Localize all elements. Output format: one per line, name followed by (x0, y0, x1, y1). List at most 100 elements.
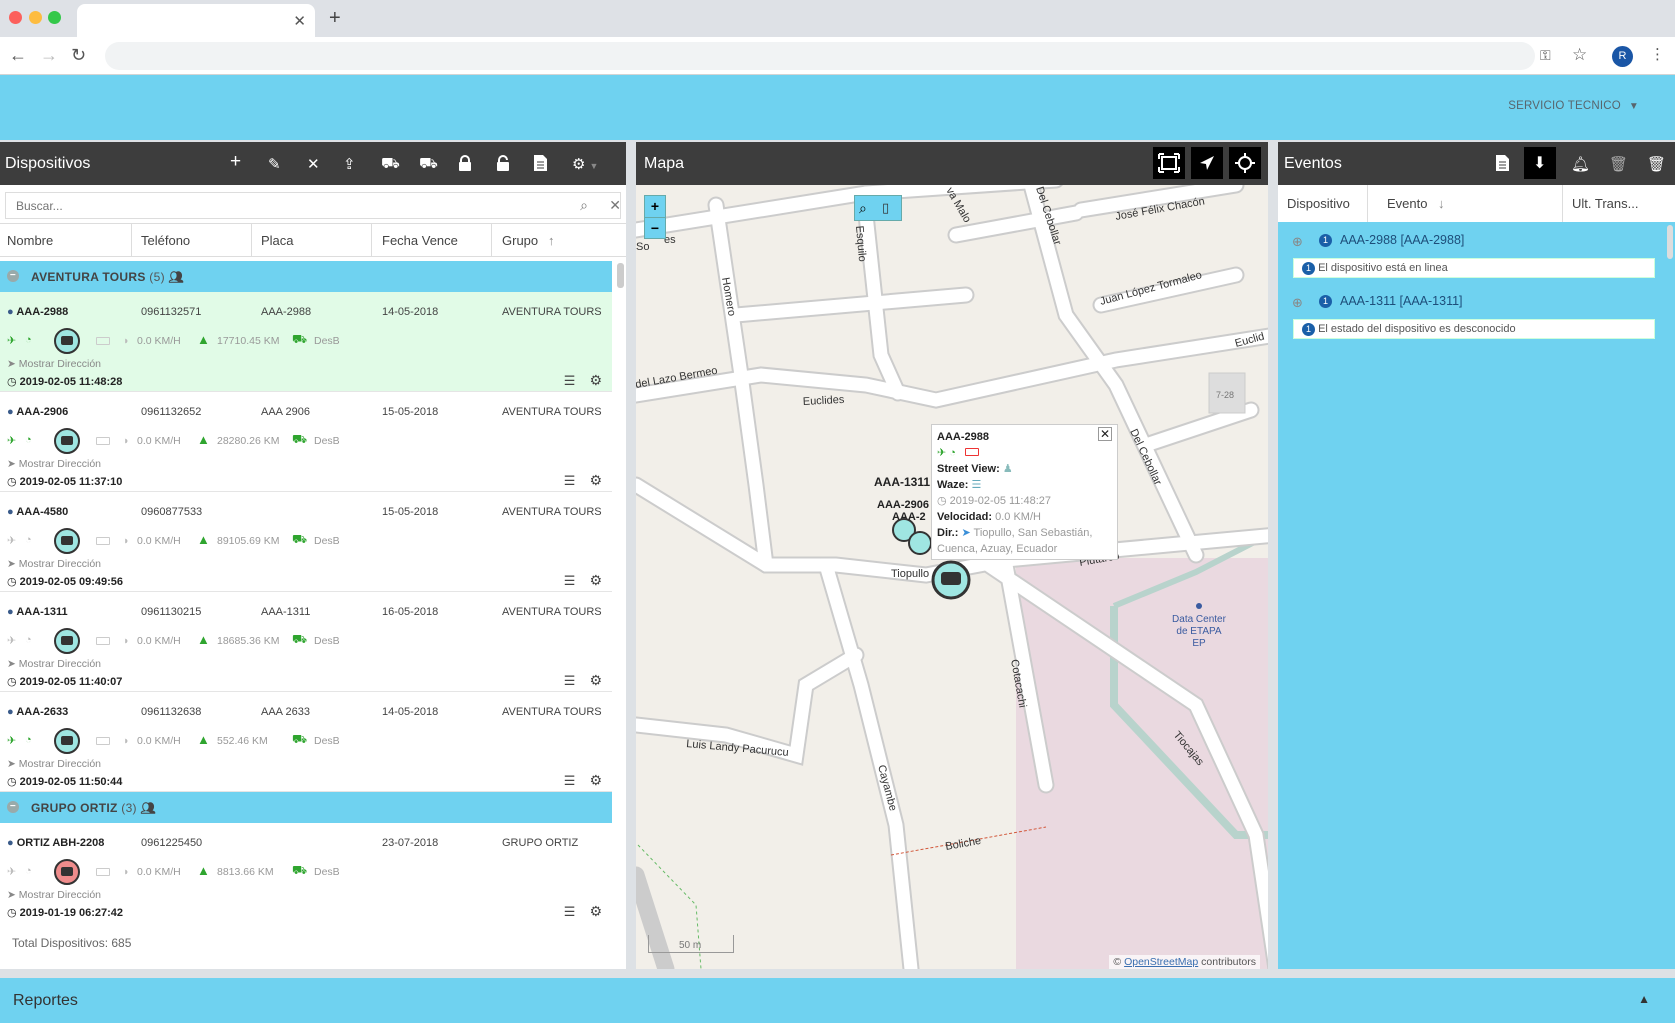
vehicle-icon[interactable] (54, 728, 80, 754)
col-grupo[interactable]: Grupo (502, 233, 538, 248)
expand-icon[interactable]: ⊕ (1292, 234, 1303, 250)
vehicle-icon[interactable]: ⛟ (381, 155, 400, 174)
device-row[interactable]: ● AAA-2988 0961132571 AAA-2988 14-05-201… (0, 292, 612, 392)
delete-icon[interactable]: ✕ (307, 155, 320, 173)
close-tab-icon[interactable]: ✕ (293, 12, 306, 30)
edit-icon[interactable]: ✎ (268, 155, 281, 173)
bookmark-star-icon[interactable]: ☆ (1572, 45, 1587, 65)
user-icon: ● (7, 706, 14, 718)
key-icon[interactable]: ⚿ (1540, 47, 1551, 64)
list-icon[interactable]: ☰ (564, 573, 576, 588)
show-address-link[interactable]: Mostrar Dirección (19, 458, 101, 470)
clear-search-icon[interactable]: ✕ (609, 197, 621, 214)
zoom-in-button[interactable]: + (645, 196, 665, 217)
vehicle-icon[interactable] (54, 528, 80, 554)
expand-icon[interactable]: ⊕ (1292, 295, 1303, 311)
trash-icon[interactable]: 🗑︎ (1609, 155, 1628, 173)
browser-menu-icon[interactable]: ⋮ (1650, 45, 1665, 63)
signal-icon: ◔ (25, 434, 32, 446)
users-icon: 👥︎ (168, 270, 185, 284)
locate-button[interactable] (1229, 147, 1261, 179)
col-ult-trans[interactable]: Ult. Trans... (1572, 196, 1638, 211)
new-tab-button[interactable]: + (329, 7, 341, 30)
device-row[interactable]: ● AAA-1311 0961130215 AAA-1311 16-05-201… (0, 592, 612, 692)
gear-icon[interactable]: ⚙ (589, 672, 602, 688)
device-desb: DesB (314, 335, 340, 347)
vehicle-icon[interactable] (54, 428, 80, 454)
url-field[interactable] (105, 42, 1535, 70)
waze-icon[interactable]: ☰ (971, 479, 981, 491)
col-dispositivo[interactable]: Dispositivo (1287, 196, 1350, 211)
bell-icon[interactable]: 🔔︎ (1571, 155, 1590, 173)
list-icon[interactable]: ☰ (564, 673, 576, 688)
trash-all-icon[interactable]: 🗑︎ (1647, 155, 1666, 173)
reports-bar[interactable]: Reportes ▲ (0, 978, 1675, 1023)
device-name: AAA-2633 (16, 706, 69, 718)
event-item[interactable]: ⊕ 1 AAA-1311 [AAA-1311] 1 El estado del … (1287, 287, 1663, 344)
list-icon[interactable]: ☰ (564, 773, 576, 788)
list-scrollbar[interactable] (617, 263, 624, 288)
col-telefono[interactable]: Teléfono (141, 233, 190, 248)
list-icon[interactable]: ☰ (564, 373, 576, 388)
upload-icon[interactable]: ⇪ (343, 155, 356, 173)
download-button[interactable]: ⬇ (1524, 147, 1556, 179)
col-nombre[interactable]: Nombre (7, 233, 53, 248)
vehicle-icon[interactable] (54, 859, 80, 885)
map-search-icon[interactable]: ⌕ (859, 200, 867, 217)
unlock-icon[interactable] (496, 155, 510, 171)
list-icon[interactable]: ☰ (564, 904, 576, 919)
search-icon[interactable]: ⌕ (580, 197, 588, 214)
collapse-icon[interactable]: − (7, 801, 19, 813)
device-row[interactable]: ● AAA-4580 0960877533 15-05-2018 AVENTUR… (0, 492, 612, 592)
events-scrollbar[interactable] (1667, 225, 1673, 259)
show-address-link[interactable]: Mostrar Dirección (19, 558, 101, 570)
forward-icon[interactable]: → (40, 45, 58, 66)
settings-gear-icon[interactable]: ⚙ ▼ (572, 155, 598, 173)
device-row[interactable]: ● ORTIZ ABH-2208 0961225450 23-07-2018 G… (0, 823, 612, 921)
gear-icon[interactable]: ⚙ (589, 572, 602, 588)
gear-icon[interactable]: ⚙ (589, 772, 602, 788)
map-layers-icon[interactable]: ▯ (882, 200, 889, 216)
street-view-icon[interactable]: ♟ (1003, 463, 1013, 475)
col-placa[interactable]: Placa (261, 233, 294, 248)
reload-icon[interactable]: ↻ (71, 45, 86, 66)
caret-up-icon[interactable]: ▲ (1638, 992, 1650, 1006)
gear-icon[interactable]: ⚙ (589, 472, 602, 488)
minimize-window-button[interactable] (29, 11, 42, 24)
show-address-link[interactable]: Mostrar Dirección (19, 758, 101, 770)
browser-tab[interactable]: ✕ (77, 4, 315, 37)
event-item[interactable]: ⊕ 1 AAA-2988 [AAA-2988] 1 El dispositivo… (1287, 226, 1663, 283)
vehicle-icon[interactable] (54, 328, 80, 354)
search-input[interactable] (6, 193, 559, 218)
user-menu[interactable]: SERVICIO TECNICO ▼ (1508, 100, 1639, 112)
profile-avatar[interactable]: R (1612, 46, 1633, 67)
col-fecha-vence[interactable]: Fecha Vence (382, 233, 458, 248)
follow-button[interactable] (1191, 147, 1223, 179)
vehicle-icon[interactable] (54, 628, 80, 654)
device-row[interactable]: ● AAA-2906 0961132652 AAA 2906 15-05-201… (0, 392, 612, 492)
fit-bounds-button[interactable] (1153, 147, 1185, 179)
show-address-link[interactable]: Mostrar Dirección (19, 889, 101, 901)
add-icon[interactable]: + (230, 151, 241, 173)
popup-close-icon[interactable]: ✕ (1098, 427, 1112, 441)
lock-icon[interactable] (458, 155, 472, 171)
group-header[interactable]: − AVENTURA TOURS (5) 👥︎ (0, 261, 612, 292)
show-address-link[interactable]: Mostrar Dirección (19, 358, 101, 370)
close-window-button[interactable] (9, 11, 22, 24)
document-icon[interactable] (534, 155, 547, 171)
gear-icon[interactable]: ⚙ (589, 903, 602, 919)
zoom-out-button[interactable]: − (645, 217, 665, 238)
collapse-icon[interactable]: − (7, 270, 19, 282)
list-icon[interactable]: ☰ (564, 473, 576, 488)
vehicle-alt-icon[interactable]: ⛟ (419, 155, 438, 174)
device-row[interactable]: ● AAA-2633 0961132638 AAA 2633 14-05-201… (0, 692, 612, 792)
osm-link[interactable]: OpenStreetMap (1124, 956, 1198, 968)
col-evento[interactable]: Evento (1387, 196, 1427, 211)
gear-icon[interactable]: ⚙ (589, 372, 602, 388)
group-header[interactable]: − GRUPO ORTIZ (3) 👥︎ (0, 792, 612, 823)
document-icon[interactable] (1496, 155, 1509, 171)
maximize-window-button[interactable] (48, 11, 61, 24)
show-address-link[interactable]: Mostrar Dirección (19, 658, 101, 670)
map-canvas[interactable]: José Félix Chacón Juan López Tormaleo Eu… (636, 185, 1268, 969)
back-icon[interactable]: ← (9, 45, 27, 66)
